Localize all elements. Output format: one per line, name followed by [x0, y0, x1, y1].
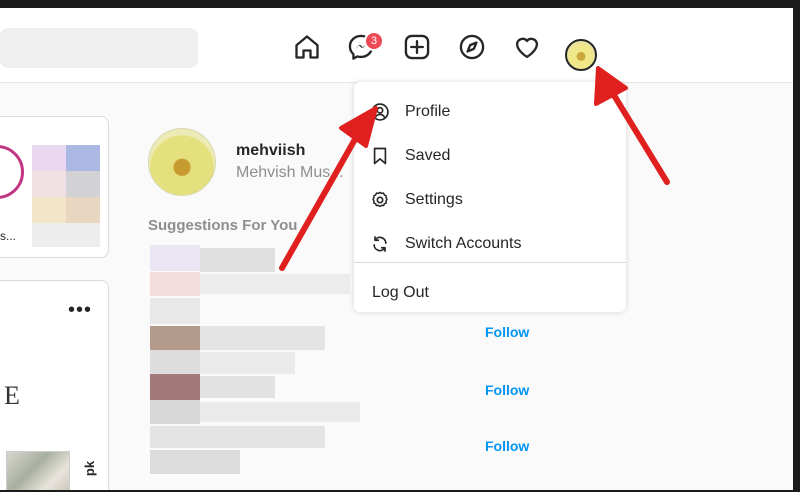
activity-heart-icon[interactable] [512, 32, 542, 62]
follow-button[interactable]: Follow [485, 324, 529, 340]
story-avatar[interactable] [0, 145, 24, 199]
profile-avatar[interactable] [565, 39, 597, 71]
blurred-name [200, 248, 275, 272]
menu-item-label: Profile [405, 103, 451, 120]
story-caption: s... [0, 229, 17, 243]
post-image [6, 451, 70, 490]
blurred-name [200, 326, 325, 350]
blurred-avatar [150, 350, 200, 374]
blurred-avatar [150, 245, 200, 271]
blurred-name [150, 426, 325, 448]
blurred-story-thumb [66, 145, 100, 171]
instagram-window: 3 s... ••• E pk mehviish Mehvish Mus... … [0, 8, 793, 490]
blurred-avatar [150, 450, 240, 474]
menu-item-logout[interactable]: Log Out [354, 271, 626, 315]
profile-dropdown-menu: Profile Saved Settings Switch Accounts L… [354, 82, 626, 312]
blurred-name [200, 274, 350, 294]
home-icon[interactable] [292, 32, 322, 62]
menu-item-switch-accounts[interactable]: Switch Accounts [354, 222, 626, 266]
blurred-avatar [150, 272, 200, 296]
menu-item-label: Settings [405, 191, 463, 208]
logout-label: Log Out [372, 284, 429, 301]
new-post-icon[interactable] [402, 32, 432, 62]
menu-item-label: Saved [405, 147, 451, 164]
blurred-story-thumb [32, 145, 66, 171]
blurred-name [200, 352, 295, 374]
user-avatar[interactable] [148, 128, 216, 196]
full-name: Mehvish Mus... [236, 164, 344, 181]
bookmark-icon [373, 147, 387, 165]
messenger-badge: 3 [364, 31, 384, 51]
menu-divider [354, 262, 626, 263]
blurred-story-thumb [32, 197, 66, 223]
blurred-story-thumb [66, 197, 100, 223]
username[interactable]: mehviish [236, 142, 305, 160]
post-side-text: pk [82, 460, 98, 477]
blurred-story-thumb [66, 171, 100, 197]
follow-button[interactable]: Follow [485, 382, 529, 398]
explore-icon[interactable] [457, 32, 487, 62]
blurred-name [200, 376, 275, 398]
blurred-story-thumb [32, 171, 66, 197]
blurred-avatar [150, 326, 200, 350]
blurred-story-thumb [32, 223, 100, 247]
blurred-avatar [150, 400, 200, 424]
stories-tray: s... [0, 116, 109, 258]
menu-item-label: Switch Accounts [405, 235, 522, 252]
menu-item-settings[interactable]: Settings [354, 178, 626, 222]
blurred-avatar [150, 298, 200, 324]
post-image-text: E [4, 381, 20, 410]
settings-icon [372, 191, 388, 208]
suggestions-heading: Suggestions For You [148, 217, 298, 234]
follow-button[interactable]: Follow [485, 438, 529, 454]
profile-icon [371, 103, 389, 121]
more-options-icon[interactable]: ••• [68, 299, 92, 322]
search-input[interactable] [0, 28, 198, 68]
menu-item-saved[interactable]: Saved [354, 134, 626, 178]
switch-accounts-icon [373, 236, 387, 252]
blurred-name [200, 402, 360, 422]
top-navigation-bar: 3 [0, 8, 793, 83]
feed-post: ••• E pk [0, 280, 109, 490]
blurred-avatar [150, 374, 200, 400]
menu-item-profile[interactable]: Profile [354, 90, 626, 134]
